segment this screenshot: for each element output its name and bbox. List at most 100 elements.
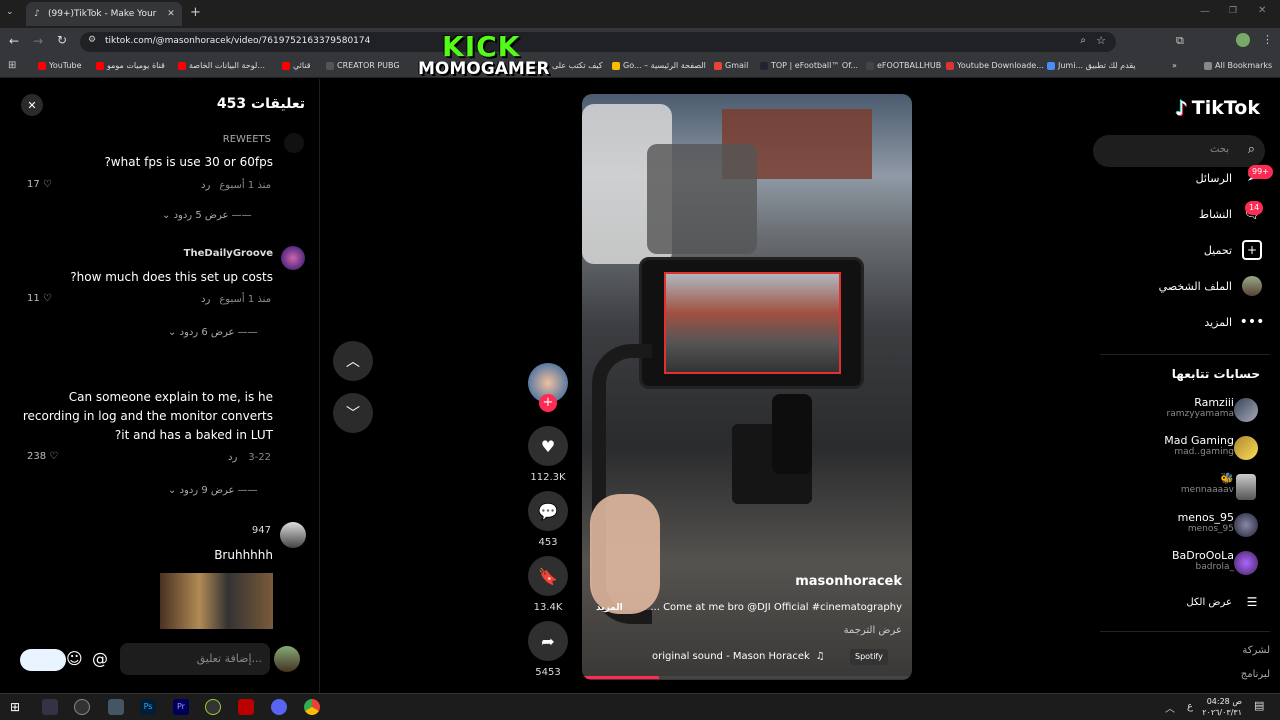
premiere-icon[interactable]: Pr — [173, 699, 189, 715]
new-tab-icon[interactable]: + — [190, 5, 201, 20]
previous-video-button[interactable]: ︿ — [333, 341, 373, 381]
apps-grid-icon[interactable]: ⊞ — [8, 60, 16, 71]
chrome-icon[interactable] — [304, 699, 320, 715]
profile-icon[interactable] — [1236, 33, 1250, 47]
nav-profile[interactable]: الملف الشخصي — [1159, 276, 1262, 296]
close-window-icon[interactable]: ✕ — [1258, 5, 1266, 16]
sound-info[interactable]: original sound - Mason Horacek ♫ — [652, 651, 825, 662]
avatar[interactable] — [280, 522, 306, 548]
app-icon-obs[interactable] — [74, 699, 90, 715]
omnibox[interactable]: ⚙ tiktok.com/@masonhoracek/video/7619752… — [80, 32, 1116, 52]
view-replies-button[interactable]: ⌄ عرض 9 ردود —— — [168, 485, 258, 496]
emoji-icon[interactable]: ☺ — [66, 649, 83, 668]
user-avatar[interactable] — [274, 646, 300, 672]
input-language[interactable]: ع — [1187, 701, 1193, 712]
avatar[interactable] — [281, 246, 305, 270]
bookmark-dashboard[interactable]: لوحة البيانات الخاصة... — [178, 61, 265, 70]
search-icon[interactable]: ⌕ — [1248, 142, 1255, 157]
bookmarks-overflow-icon[interactable]: » — [1172, 61, 1177, 70]
photoshop-icon[interactable]: Ps — [140, 699, 156, 715]
app-icon-xbox[interactable] — [205, 699, 221, 715]
video-player[interactable]: masonhoracek Come at me bro @DJI Officia… — [582, 94, 912, 680]
menu-dots-icon[interactable]: ⋮ — [1262, 33, 1273, 46]
minimize-window-icon[interactable]: — — [1200, 6, 1210, 17]
reply-button[interactable]: رد — [201, 180, 210, 191]
tab-list-chevron-icon[interactable]: ⌄ — [6, 7, 14, 17]
bookmark-momo-channel[interactable]: قناة يوميات مومو — [96, 61, 165, 70]
app-icon-acrobat[interactable] — [238, 699, 254, 715]
following-item[interactable]: Ramziii ramzyyamama — [1167, 396, 1234, 419]
comment-input[interactable]: إضافة تعليق... — [120, 643, 270, 675]
heart-icon[interactable]: ♡ — [40, 179, 52, 190]
comment-button[interactable]: 💬 — [528, 491, 568, 531]
bookmark-channels[interactable]: قنائي — [282, 61, 311, 70]
close-comments-button[interactable]: ✕ — [21, 94, 43, 116]
bookmark-efootball[interactable]: TOP | eFootball™ Of... — [760, 61, 858, 70]
footer-program-link[interactable]: لبرنامج — [1241, 669, 1270, 680]
comment-username[interactable]: 947 — [252, 525, 271, 536]
clock[interactable]: 04:28 ص ٢٠٢٦/٠٣/٣١ — [1202, 696, 1242, 718]
all-bookmarks[interactable]: All Bookmarks — [1204, 61, 1272, 70]
bookmark-home[interactable]: Go... – الصفحة الرئيسية — [612, 61, 706, 70]
spotify-button[interactable]: Spotify — [850, 649, 888, 665]
footer-company-link[interactable]: لشركة — [1242, 645, 1270, 656]
bookmark-youtube[interactable]: YouTube — [38, 61, 82, 70]
close-tab-icon[interactable]: ✕ — [166, 9, 176, 19]
bookmark-jumi[interactable]: Jumi... يقدم لك تطبيق — [1047, 61, 1136, 70]
nav-more[interactable]: المزيد ••• — [1204, 312, 1264, 332]
like-button[interactable]: ♥ — [528, 426, 568, 466]
following-avatar[interactable] — [1234, 398, 1258, 422]
following-avatar[interactable] — [1236, 474, 1256, 500]
translate-button[interactable]: عرض الترجمة — [844, 625, 902, 636]
avatar[interactable] — [284, 133, 304, 153]
bookmark-efootballhub[interactable]: eFOOTBALLHUB — [866, 61, 941, 70]
comment-image[interactable] — [160, 573, 273, 629]
following-avatar[interactable] — [1234, 551, 1258, 575]
following-avatar[interactable] — [1234, 513, 1258, 537]
following-avatar[interactable] — [1234, 436, 1258, 460]
following-item[interactable]: BaDroOoLa badrola_ — [1172, 549, 1234, 572]
view-replies-button[interactable]: ⌄ عرض 5 ردود —— — [162, 210, 252, 221]
save-button[interactable]: 🔖 — [528, 556, 568, 596]
bookmark-how-to-write[interactable]: كيف تكتب على — [552, 61, 603, 70]
see-all-following-button[interactable]: عرض الكل ☰ — [1186, 592, 1262, 612]
heart-icon[interactable]: ♡ — [40, 293, 52, 304]
bookmark-star-icon[interactable]: ☆ — [1096, 34, 1106, 47]
windows-start-icon[interactable]: ⊞ — [10, 700, 20, 714]
comment-username[interactable]: TheDailyGroove — [184, 248, 273, 259]
following-item[interactable]: menos_95 menos_95 — [1178, 511, 1234, 534]
follow-plus-icon[interactable]: + — [539, 394, 557, 412]
restore-window-icon[interactable]: ❐ — [1229, 6, 1237, 16]
reply-button[interactable]: رد — [228, 452, 237, 463]
back-icon[interactable]: ← — [9, 34, 19, 48]
view-replies-button[interactable]: ⌄ عرض 6 ردود —— — [168, 327, 258, 338]
url-text[interactable]: tiktok.com/@masonhoracek/video/761975216… — [105, 36, 370, 46]
reload-icon[interactable]: ↻ — [57, 33, 67, 47]
forward-icon[interactable]: → — [33, 34, 43, 48]
reply-button[interactable]: رد — [201, 294, 210, 305]
zoom-icon[interactable]: ⌕ — [1080, 35, 1086, 46]
extensions-icon[interactable]: ⧉ — [1176, 34, 1184, 48]
app-icon-game[interactable] — [42, 699, 58, 715]
share-button[interactable]: ➦ — [528, 621, 568, 661]
caption-more-button[interactable]: المزيد — [596, 603, 623, 613]
mention-icon[interactable]: @ — [92, 649, 108, 668]
following-item[interactable]: 🐝 mennaaaav — [1181, 472, 1234, 495]
video-author[interactable]: masonhoracek — [795, 574, 902, 589]
tray-chevron-icon[interactable]: ︿ — [1165, 700, 1175, 715]
discord-icon[interactable] — [271, 699, 287, 715]
bookmark-youtube-downloader[interactable]: Youtube Downloade... — [946, 61, 1044, 70]
search-input[interactable]: ⌕ بحث — [1093, 135, 1265, 167]
like-count[interactable]: 11 ♡ — [27, 293, 52, 304]
site-info-icon[interactable]: ⚙ — [88, 35, 96, 45]
tiktok-logo[interactable]: ♪ TikTok — [1175, 96, 1260, 120]
bookmark-gmail[interactable]: Gmail — [714, 61, 748, 70]
comment-username[interactable]: REWEETS — [223, 134, 271, 145]
like-count[interactable]: 17 ♡ — [27, 179, 52, 190]
notifications-icon[interactable]: ▤ — [1254, 699, 1264, 712]
next-video-button[interactable]: ﹀ — [333, 393, 373, 433]
following-item[interactable]: Mad Gaming mad..gaming — [1164, 434, 1234, 457]
heart-icon[interactable]: ♡ — [46, 451, 58, 462]
nav-upload[interactable]: تحميل + — [1204, 240, 1262, 260]
app-icon-steam[interactable] — [108, 699, 124, 715]
